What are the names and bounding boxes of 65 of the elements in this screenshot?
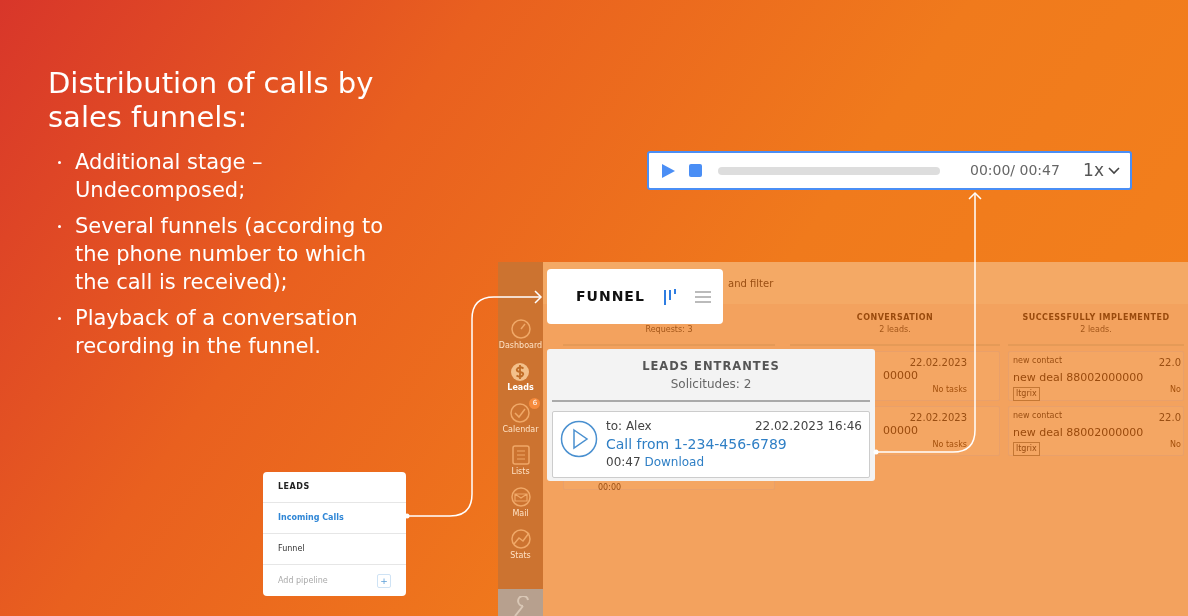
deal-name: new deal 88002000000 — [1013, 370, 1145, 386]
speed-dropdown[interactable]: 1x — [1083, 157, 1120, 184]
list-icon — [509, 444, 532, 466]
card-date: 22.0 — [1158, 411, 1181, 425]
bullet-text: Additional stage – Undecomposed; — [75, 149, 264, 204]
dollar-icon — [509, 360, 532, 382]
download-link[interactable]: Download — [644, 455, 705, 470]
sidebar-item[interactable]: Stats — [509, 528, 532, 562]
deal-name: new deal 88002000000 — [1013, 425, 1145, 441]
gauge-icon — [509, 318, 532, 340]
stop-icon[interactable] — [689, 164, 702, 177]
task-status: No tasks — [932, 439, 967, 451]
menu-item[interactable]: Funnel — [278, 543, 305, 555]
menu-icon[interactable] — [694, 289, 711, 304]
task-status: No — [1170, 439, 1181, 451]
request-count: Solicitudes: 2 — [669, 376, 753, 394]
envelope-icon — [509, 486, 532, 508]
bullet-text: Several funnels (according to the phone number to which the call is received); — [75, 213, 385, 296]
check-icon — [509, 402, 532, 424]
chart-icon — [509, 528, 532, 550]
tools-tab[interactable] — [498, 589, 543, 616]
lead-count: Requests: 3 — [644, 324, 694, 336]
add-button[interactable]: + — [377, 573, 391, 588]
call-datetime: 22.02.2023 16:46 — [754, 418, 862, 436]
sidebar-item[interactable]: Leads — [507, 360, 534, 394]
bullet-icon — [58, 225, 61, 228]
sidebar-item[interactable]: Dashboard — [498, 318, 543, 352]
bullet-text: Playback of a conversation recording in the funnel. — [75, 305, 359, 360]
lead-count: 2 leads. — [1079, 324, 1113, 336]
contact-name: new contact — [1013, 410, 1062, 422]
call-label: Call from — [606, 436, 670, 453]
deal-name: 00000 — [883, 423, 918, 439]
call-duration: 00:47 — [606, 455, 641, 470]
panel-title: LEADS ENTRANTES — [641, 358, 781, 375]
search-hint: and filter — [728, 276, 774, 291]
column-title: CONVERSATION — [855, 312, 935, 324]
caret-icon — [1108, 166, 1120, 175]
sidebar-item[interactable]: Mail — [509, 486, 532, 520]
bullet-icon — [58, 317, 61, 320]
funnel-title: FUNNEL — [576, 287, 645, 306]
menu-item[interactable]: Incoming Calls — [278, 512, 344, 524]
menu-title: LEADS — [278, 481, 310, 493]
play-icon[interactable] — [560, 420, 598, 459]
time-readout: 00:00/ 00:47 — [970, 161, 1060, 180]
lead-count: 2 leads. — [878, 324, 912, 336]
card-date: 22.02.2023 — [909, 411, 967, 425]
column-title: SUCCESSFULLY IMPLEMENTED — [1021, 312, 1171, 324]
phone-link[interactable]: 1-234-456-6789 — [673, 436, 787, 453]
tag-label: ltgrix — [1013, 441, 1040, 456]
card-date: 22.0 — [1158, 356, 1181, 370]
deal-name: 00000 — [883, 368, 918, 384]
time-text: 00:00 — [598, 482, 623, 494]
add-pipeline-label: Add pipeline — [278, 574, 328, 587]
bullet-icon — [58, 161, 61, 164]
play-icon[interactable] — [661, 163, 675, 178]
contact-name: new contact — [1013, 355, 1062, 367]
task-status: No tasks — [932, 384, 967, 396]
progress-track[interactable] — [718, 166, 940, 175]
sidebar-item[interactable]: Lists — [509, 444, 532, 478]
slide-title: Distribution of calls by sales funnels: — [48, 66, 375, 134]
kanban-icon[interactable] — [662, 287, 677, 306]
tag-label: ltgrix — [1013, 386, 1040, 401]
recipient-text: to: Alex — [606, 418, 652, 436]
card-date: 22.02.2023 — [909, 356, 967, 370]
task-status: No — [1170, 384, 1181, 396]
